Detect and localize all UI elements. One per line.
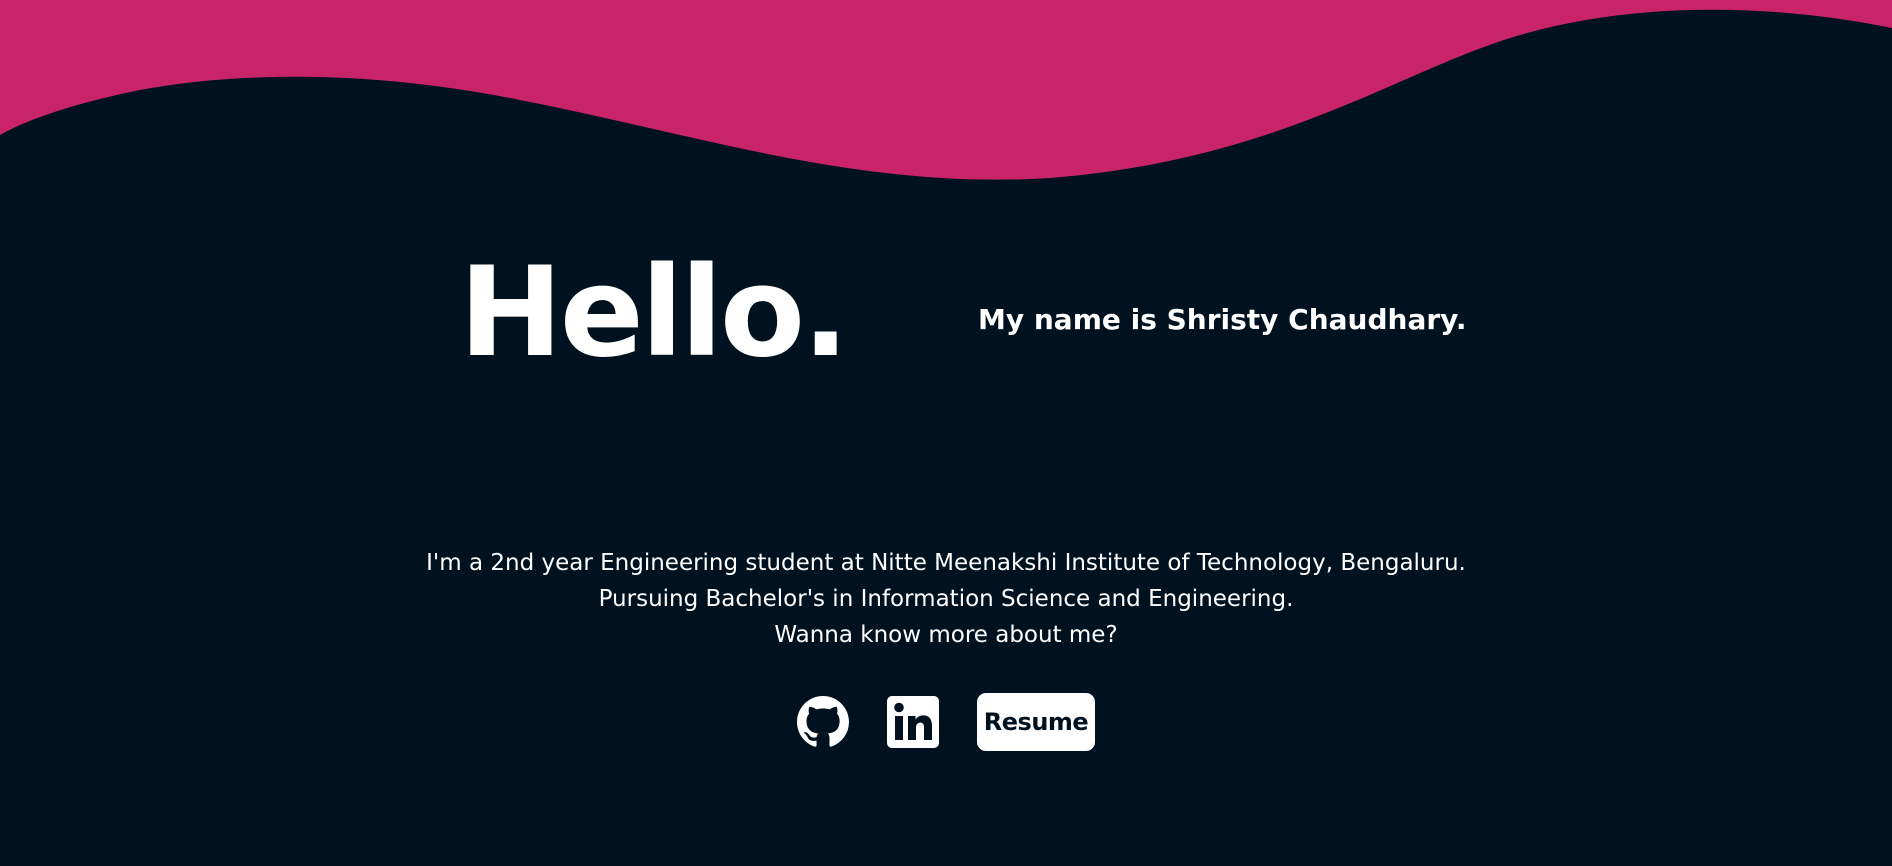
wave-shape	[0, 0, 1892, 180]
about-text: I'm a 2nd year Engineering student at Ni…	[0, 545, 1892, 653]
about-line-question: Wanna know more about me?	[774, 622, 1118, 648]
linkedin-link[interactable]	[887, 696, 939, 748]
hero-intro: My name is Shristy Chaudhary.	[978, 303, 1467, 336]
social-links: Resume	[0, 693, 1892, 751]
top-wave-decoration	[0, 0, 1892, 180]
hero-greeting: Hello.	[459, 241, 849, 385]
resume-button[interactable]: Resume	[977, 693, 1095, 751]
linkedin-icon	[887, 696, 939, 748]
about-line-education: I'm a 2nd year Engineering student at Ni…	[426, 550, 1466, 576]
github-link[interactable]	[797, 696, 849, 748]
github-icon	[797, 696, 849, 747]
about-line-degree: Pursuing Bachelor's in Information Scien…	[598, 586, 1294, 612]
page: Hello. My name is Shristy Chaudhary. I'm…	[0, 0, 1892, 866]
